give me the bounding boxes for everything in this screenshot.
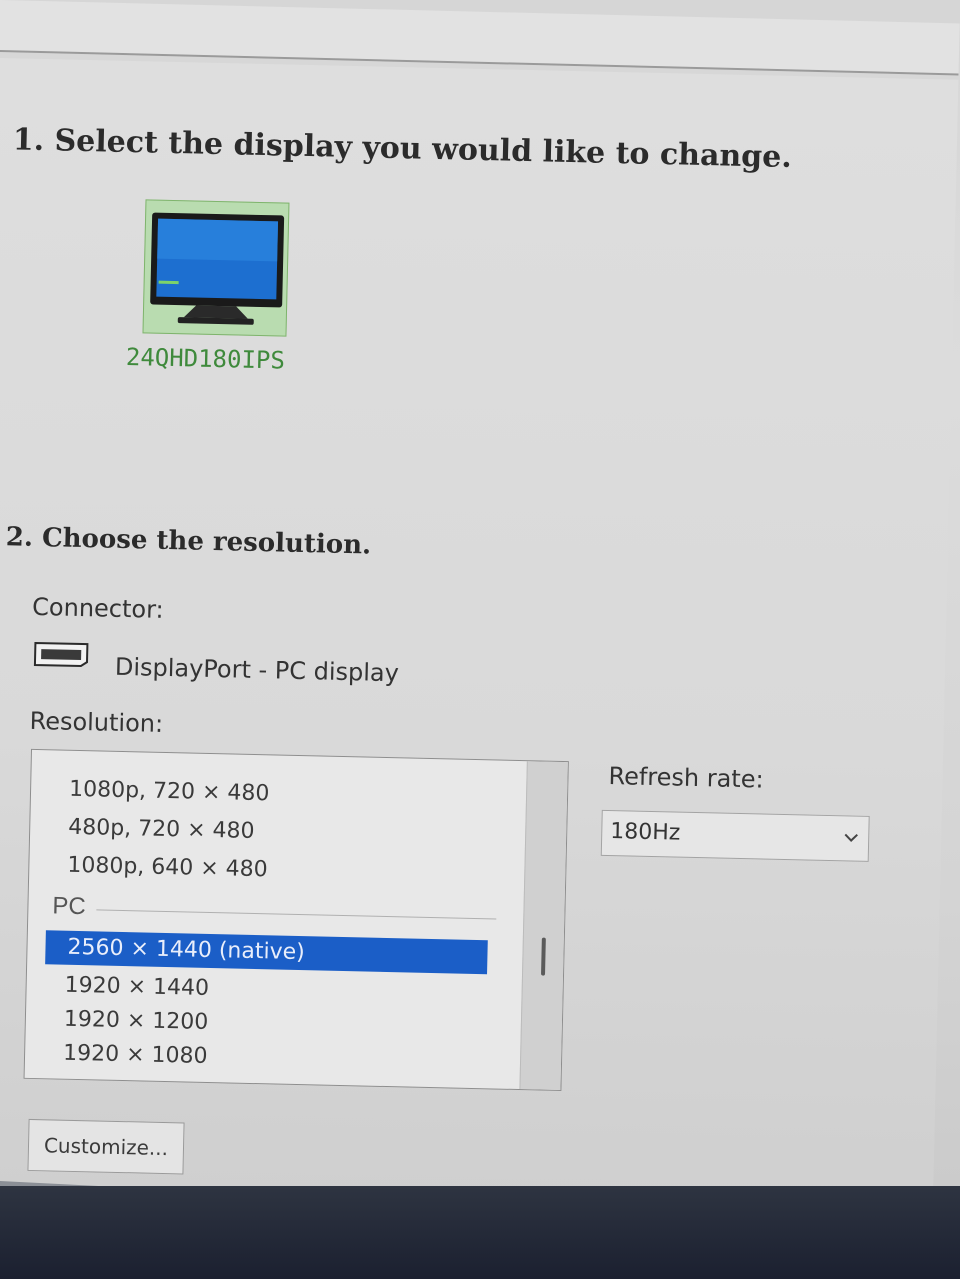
resolution-option[interactable]: 1920 × 1200 (63, 1003, 209, 1040)
display-tile[interactable] (142, 199, 290, 337)
refresh-rate-select[interactable]: 180Hz (600, 809, 870, 862)
displayport-icon (33, 641, 89, 668)
resolution-group-pc: PC (52, 892, 87, 921)
resolution-option[interactable]: 1920 × 1440 (64, 969, 209, 1006)
screen: 1. Select the display you would like to … (0, 0, 960, 1279)
page-content: 1. Select the display you would like to … (0, 0, 960, 1279)
resolution-option[interactable]: 480p, 720 × 480 (68, 811, 255, 849)
resolution-option[interactable]: 1080p, 640 × 480 (67, 849, 268, 888)
monitor-icon (150, 212, 285, 325)
refresh-rate-value: 180Hz (610, 819, 681, 846)
display-name[interactable]: 24QHD180IPS (126, 343, 286, 375)
resolution-listbox[interactable]: 1080p, 720 × 480 480p, 720 × 480 1080p, … (23, 748, 569, 1092)
refresh-rate-label: Refresh rate: (608, 762, 764, 794)
resolution-scrollbar[interactable] (519, 761, 568, 1090)
group-divider (96, 909, 497, 920)
resolution-option-selected[interactable]: 2560 × 1440 (native) (45, 930, 488, 975)
customize-button[interactable]: Customize... (27, 1118, 185, 1175)
resolution-label: Resolution: (29, 706, 164, 738)
monitor-bezel (0, 1186, 960, 1279)
resolution-option[interactable]: 1080p, 720 × 480 (69, 773, 270, 812)
resolution-option[interactable]: 1920 × 1080 (63, 1037, 208, 1074)
chevron-down-icon (844, 833, 858, 842)
scrollbar-thumb[interactable] (541, 937, 546, 976)
connector-label: Connector: (31, 592, 164, 624)
